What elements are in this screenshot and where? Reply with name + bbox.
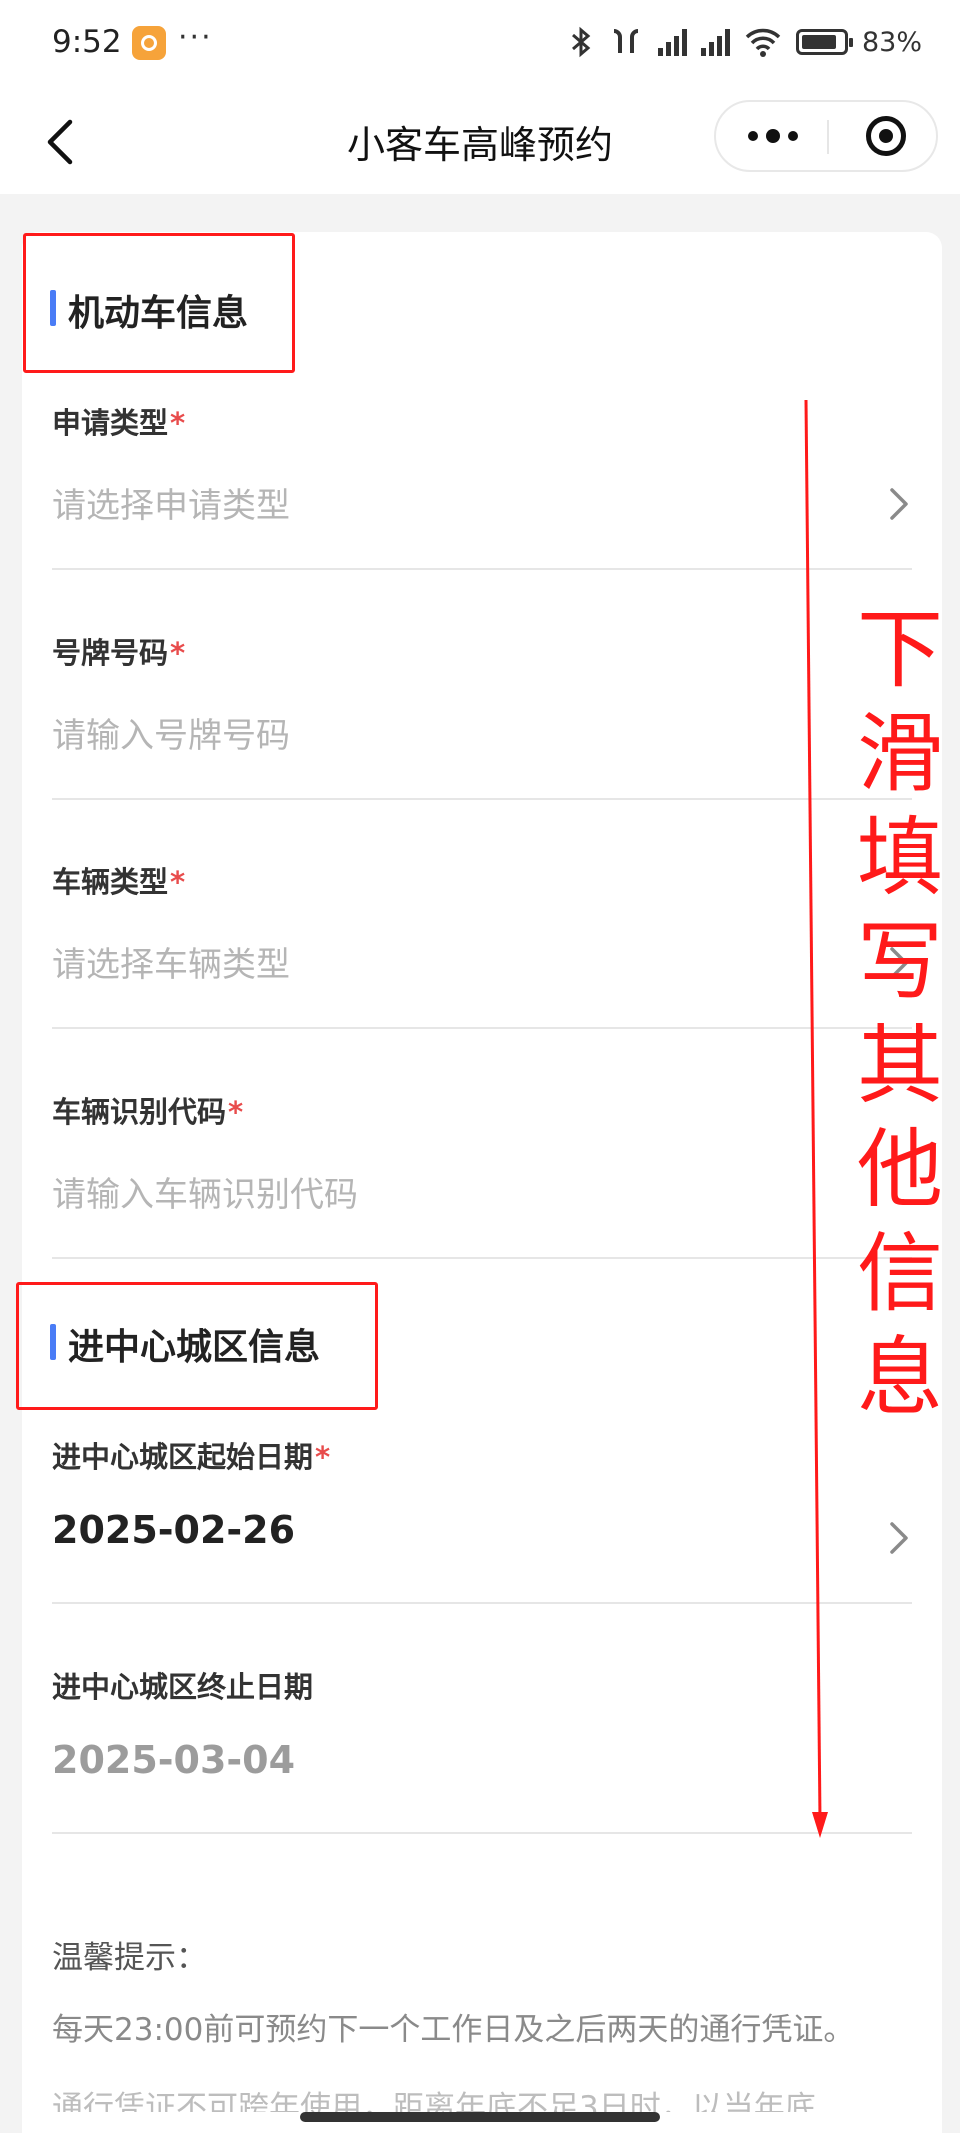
annotation-box-city: [16, 1282, 378, 1410]
vin-input[interactable]: 请输入车辆识别代码: [52, 1167, 358, 1216]
vehicle-type-field[interactable]: 车辆类型* 请选择车辆类型: [52, 859, 912, 1089]
app-notification-icon: [132, 26, 166, 60]
start-date-field[interactable]: 进中心城区起始日期* 2025-02-26: [52, 1434, 912, 1664]
capsule-divider: [827, 120, 829, 154]
bluetooth-icon: [572, 26, 591, 58]
end-date-field: 进中心城区终止日期 2025-03-04: [52, 1664, 912, 1894]
status-bar: 9:52 ··· 83%: [0, 0, 960, 90]
chevron-right-icon: [890, 488, 908, 520]
tips-title: 温馨提示：: [52, 1940, 207, 1976]
status-icons: 83%: [568, 26, 922, 58]
field-label: 车辆类型*: [52, 865, 186, 899]
field-label: 申请类型*: [52, 406, 186, 440]
field-label: 进中心城区起始日期*: [52, 1440, 331, 1474]
field-label: 进中心城区终止日期: [52, 1670, 314, 1704]
status-time: 9:52: [52, 24, 122, 60]
battery-icon: [795, 29, 853, 55]
annotation-scroll-hint: 下滑填写其他信息: [857, 600, 943, 1428]
tips-line: 通行凭证不可跨年使用，距离年底不足3日时，以当年底: [52, 2090, 816, 2112]
wifi-icon: [745, 28, 781, 57]
divider: [52, 568, 912, 570]
divider: [52, 1027, 912, 1029]
chevron-right-icon: [890, 1522, 908, 1554]
apply-type-field[interactable]: 申请类型* 请选择申请类型: [52, 400, 912, 630]
field-label: 车辆识别代码*: [52, 1095, 244, 1129]
home-indicator[interactable]: [300, 2112, 660, 2122]
mini-program-capsule: [714, 100, 938, 172]
plate-number-input[interactable]: 请输入号牌号码: [52, 708, 290, 757]
close-miniprogram-icon[interactable]: [866, 116, 906, 156]
more-menu-icon[interactable]: [748, 118, 798, 154]
annotation-box-vehicle: [23, 233, 295, 373]
field-label: 号牌号码*: [52, 636, 186, 670]
vehicle-type-select[interactable]: 请选择车辆类型: [52, 937, 290, 986]
nav-bar: 小客车高峰预约: [0, 90, 960, 194]
divider: [52, 1602, 912, 1604]
divider: [52, 1832, 912, 1834]
divider: [52, 1257, 912, 1259]
plate-number-field[interactable]: 号牌号码* 请输入号牌号码: [52, 630, 912, 860]
battery-percent: 83%: [861, 26, 922, 58]
tips-line: 每天23:00前可预约下一个工作日及之后两天的通行凭证。: [52, 2012, 855, 2048]
start-date-picker[interactable]: 2025-02-26: [52, 1508, 295, 1552]
cell-signal-2-icon: [700, 28, 730, 56]
form-card: 机动车信息 申请类型* 请选择申请类型 号牌号码* 请输入号牌号码 车辆类型* …: [22, 232, 942, 2133]
apply-type-select[interactable]: 请选择申请类型: [52, 478, 290, 527]
divider: [52, 798, 912, 800]
earbuds-icon: [613, 29, 639, 53]
cell-signal-1-icon: [657, 28, 687, 56]
end-date-value: 2025-03-04: [52, 1738, 296, 1782]
status-more-icon: ···: [178, 20, 213, 55]
